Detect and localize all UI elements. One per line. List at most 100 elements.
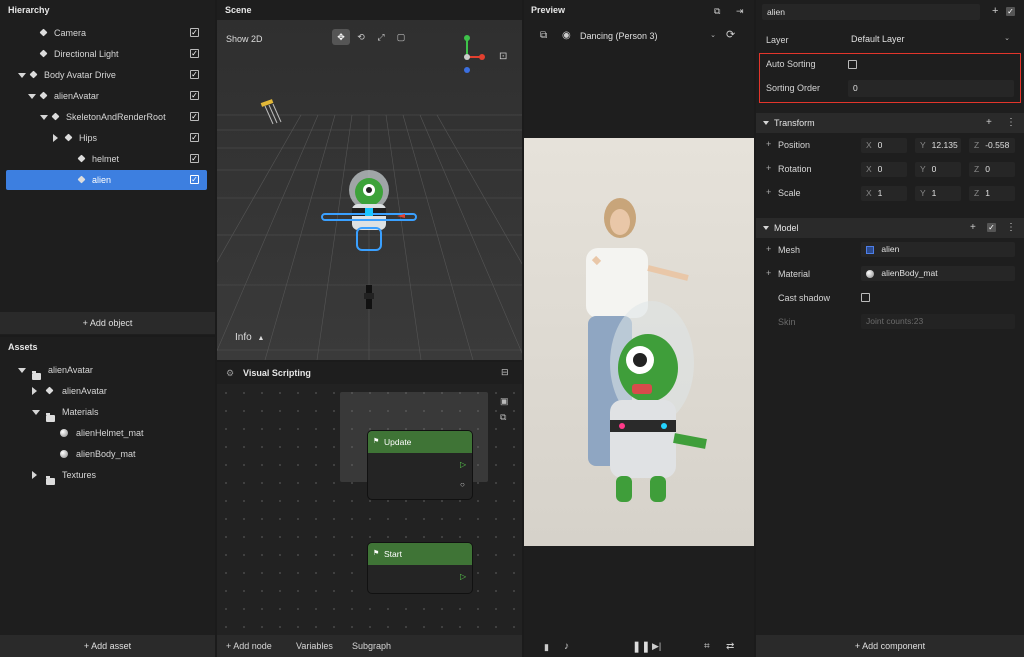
swap-icon[interactable]: ⇄	[726, 641, 734, 652]
axis-gizmo[interactable]	[449, 32, 489, 82]
refresh-icon[interactable]: ⟳	[726, 28, 735, 41]
vs-dock-icon[interactable]: ⊟	[501, 367, 509, 378]
rotation-label: Rotation	[778, 164, 812, 174]
hierarchy-item[interactable]: SkeletonAndRenderRoot ✓	[6, 107, 207, 127]
material-field[interactable]: alienBody_mat	[861, 266, 1015, 281]
mesh-expand-icon[interactable]: +	[766, 244, 771, 254]
update-node[interactable]: ⚑ Update ▷ ○	[367, 430, 473, 500]
collapsed-arrow-icon[interactable]	[32, 471, 37, 479]
add-object-button[interactable]: + Add object	[0, 312, 215, 334]
hierarchy-item[interactable]: Hips ✓	[6, 128, 207, 148]
vs-canvas[interactable]: ▣ ⧉ ⚑ Update ▷ ○ ⚑ Start ▷	[217, 384, 522, 635]
alien-model-icon[interactable]	[317, 168, 427, 278]
asset-item[interactable]: Textures	[6, 465, 207, 486]
scene-viewport[interactable]: Show 2D ✥ ⟲ ⤢ ▢ ⊡ Info ▲	[217, 20, 522, 360]
exec-out-port-icon[interactable]: ▷	[460, 572, 466, 581]
vs-image-icon[interactable]: ▣	[500, 396, 509, 407]
scale-z-input[interactable]: Z1	[969, 186, 1015, 201]
expanded-arrow-icon[interactable]	[32, 410, 40, 415]
visibility-checkbox[interactable]: ✓	[190, 133, 199, 142]
asset-item[interactable]: Materials	[6, 402, 207, 423]
preview-viewport[interactable]	[524, 138, 754, 546]
hierarchy-item[interactable]: Body Avatar Drive ✓	[6, 65, 207, 85]
expanded-arrow-icon[interactable]	[28, 94, 36, 99]
visibility-checkbox[interactable]: ✓	[190, 91, 199, 100]
start-node[interactable]: ⚑ Start ▷	[367, 542, 473, 594]
hierarchy-item[interactable]: alien ✓	[6, 170, 207, 190]
visibility-checkbox[interactable]: ✓	[190, 112, 199, 121]
rotate-icon[interactable]: ⟲	[352, 29, 370, 45]
material-expand-icon[interactable]: +	[766, 268, 771, 278]
expanded-arrow-icon[interactable]	[18, 73, 26, 78]
auto-sorting-checkbox[interactable]	[848, 60, 857, 69]
object-enabled-checkbox[interactable]: ✓	[1006, 7, 1015, 16]
tiktok-icon[interactable]: ♪	[564, 641, 569, 652]
scale-x-input[interactable]: X1	[861, 186, 907, 201]
popout-icon[interactable]: ⧉	[714, 6, 720, 17]
more-icon[interactable]: ⋮	[1006, 218, 1016, 238]
collapsed-arrow-icon[interactable]	[32, 387, 37, 395]
vs-fit-icon[interactable]: ⧉	[500, 412, 506, 423]
rotation-x-input[interactable]: X0	[861, 162, 907, 177]
step-forward-icon[interactable]: ▶|	[652, 641, 661, 652]
move-icon[interactable]: ✥	[332, 29, 350, 45]
asset-item[interactable]: alienAvatar	[6, 381, 207, 401]
position-z-input[interactable]: Z -0.558	[969, 138, 1015, 153]
sorting-order-input[interactable]: 0	[848, 80, 1014, 97]
add-icon[interactable]: +	[970, 218, 976, 238]
bookmark-icon[interactable]: ▮	[544, 642, 549, 653]
scene-info-toggle[interactable]: Info ▲	[235, 332, 264, 343]
rotation-y-input[interactable]: Y0	[915, 162, 961, 177]
camera-view-icon[interactable]: ⊡	[499, 51, 507, 62]
transform-section-header[interactable]: Transform + ⋮	[756, 113, 1024, 133]
expanded-arrow-icon[interactable]	[40, 115, 48, 120]
hierarchy-item[interactable]: Camera ✓	[6, 23, 207, 43]
position-x-input[interactable]: X0	[861, 138, 907, 153]
model-enabled-checkbox[interactable]: ✓	[987, 223, 996, 232]
exec-out-port-icon[interactable]: ▷	[460, 460, 466, 469]
visibility-checkbox[interactable]: ✓	[190, 154, 199, 163]
show-2d-toggle[interactable]: Show 2D	[226, 34, 263, 44]
exit-icon[interactable]: ⇥	[736, 6, 744, 17]
rotation-z-input[interactable]: Z0	[969, 162, 1015, 177]
visibility-checkbox[interactable]: ✓	[190, 28, 199, 37]
pause-icon[interactable]: ❚❚	[632, 640, 650, 653]
value-out-port-icon[interactable]: ○	[460, 480, 465, 489]
add-icon[interactable]: +	[992, 5, 998, 17]
add-component-button[interactable]: + Add component	[756, 635, 1024, 657]
more-icon[interactable]: ⋮	[1006, 113, 1016, 133]
asset-item[interactable]: alienBody_mat	[6, 444, 207, 464]
preview-video-dropdown[interactable]: Dancing (Person 3) ⌄	[580, 28, 718, 44]
scale-icon[interactable]: ⤢	[372, 29, 390, 45]
add-asset-button[interactable]: + Add asset	[0, 635, 215, 657]
visibility-checkbox[interactable]: ✓	[190, 175, 199, 184]
add-icon[interactable]: +	[986, 113, 992, 133]
expanded-arrow-icon[interactable]	[18, 368, 26, 373]
position-y-input[interactable]: Y 12.135	[915, 138, 961, 153]
collapsed-arrow-icon[interactable]	[53, 134, 58, 142]
asset-item[interactable]: alienHelmet_mat	[6, 423, 207, 443]
variables-tab[interactable]: Variables	[296, 635, 333, 657]
object-name-input[interactable]: alien	[762, 4, 980, 20]
hierarchy-item[interactable]: helmet ✓	[6, 149, 207, 169]
scale-y-input[interactable]: Y1	[915, 186, 961, 201]
mesh-field[interactable]: alien	[861, 242, 1015, 257]
layers-icon[interactable]: ⧉	[540, 30, 547, 41]
subgraph-tab[interactable]: Subgraph	[352, 635, 391, 657]
record-icon[interactable]: ◉	[562, 30, 571, 41]
hierarchy-item[interactable]: alienAvatar ✓	[6, 86, 207, 106]
layer-dropdown[interactable]: Default Layer ⌄	[848, 31, 1014, 47]
asset-item[interactable]: alienAvatar	[6, 360, 207, 381]
hierarchy-item[interactable]: Directional Light ✓	[6, 44, 207, 64]
cast-shadow-checkbox[interactable]	[861, 293, 870, 302]
expand-property-icon[interactable]: +	[766, 163, 771, 173]
expand-property-icon[interactable]: +	[766, 187, 771, 197]
add-node-button[interactable]: + Add node	[226, 635, 272, 657]
model-section-header[interactable]: Model + ✓ ⋮	[756, 218, 1024, 238]
vs-settings-icon[interactable]: ⚙	[226, 368, 234, 379]
crop-icon[interactable]: ⌗	[704, 641, 710, 652]
rect-icon[interactable]: ▢	[392, 29, 410, 45]
visibility-checkbox[interactable]: ✓	[190, 70, 199, 79]
visibility-checkbox[interactable]: ✓	[190, 49, 199, 58]
expand-property-icon[interactable]: +	[766, 139, 771, 149]
